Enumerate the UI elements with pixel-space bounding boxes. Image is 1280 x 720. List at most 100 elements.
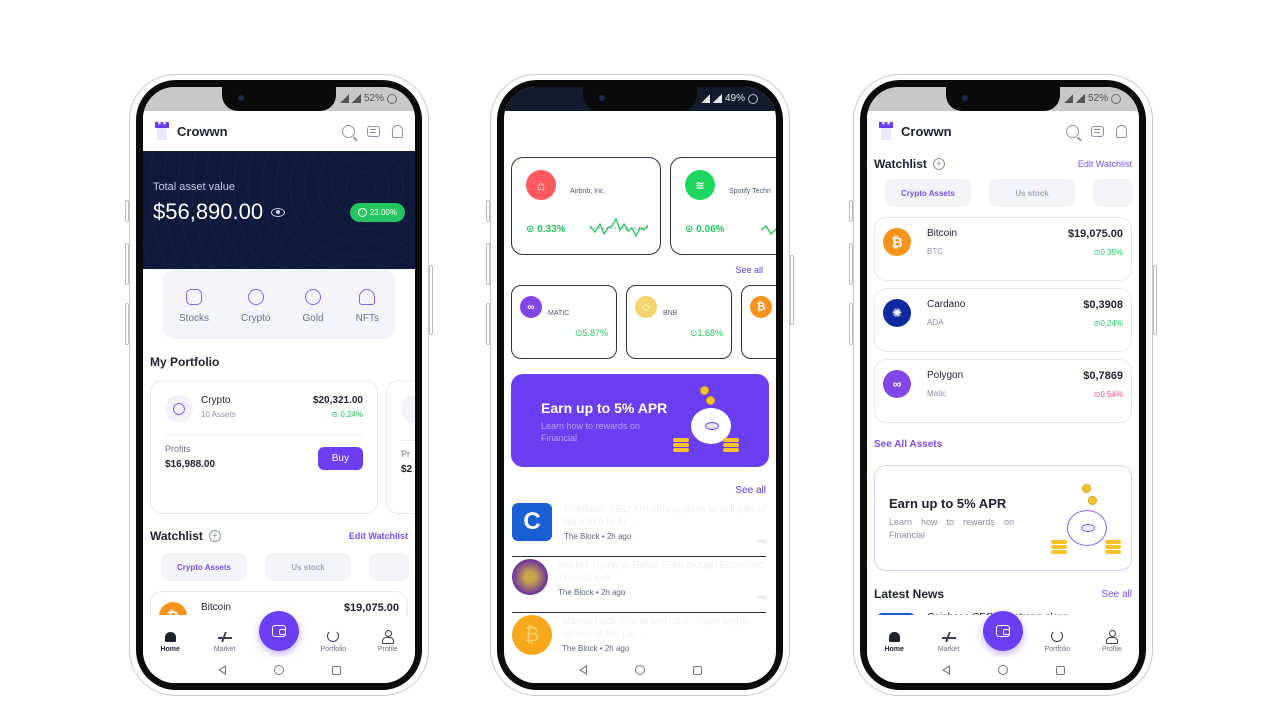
portfolio-card-next[interactable]: Pr $2 (386, 380, 415, 514)
promo-title: Earn up to 5% APR (541, 400, 668, 416)
wallet-fab[interactable] (982, 611, 1023, 651)
crypto-coins-icon (165, 395, 193, 423)
tab-us-stock[interactable]: Us stock (265, 553, 351, 581)
profits-value: $16,988.00 (165, 459, 216, 470)
news-thumbnail-icon (512, 559, 548, 595)
recents-icon[interactable] (1055, 665, 1065, 675)
latest-news-title: Latest News (874, 587, 945, 601)
nav-wallet[interactable] (254, 611, 304, 653)
side-button (790, 255, 794, 325)
home-button-icon[interactable] (997, 665, 1008, 675)
total-asset-hero: Total asset value $56,890.00 ↑ 23.00% (143, 151, 415, 269)
add-watchlist-icon[interactable]: + (932, 158, 945, 170)
nav-home[interactable]: Home (869, 632, 919, 653)
promo-subtitle: Learn how to rewards on Financial (541, 421, 641, 443)
category-nfts[interactable]: NFTs (356, 288, 379, 324)
side-button (125, 303, 129, 345)
tab-crypto-assets[interactable]: Crypto Assets (161, 553, 247, 581)
side-button (1153, 265, 1157, 335)
buy-button[interactable]: Buy (317, 447, 363, 470)
phone-stocks: 49% ← Stocks ⌂ ABNB Airbnb, Inc. $112,72 … (486, 74, 794, 696)
wallet-icon (995, 625, 1010, 637)
battery-icon (748, 93, 758, 104)
watchlist-item-polygon[interactable]: ∞ Polygon Matic $0,7869 ⊙0.54% (874, 359, 1132, 423)
app-name: Crowwn (177, 123, 228, 139)
promo-banner[interactable]: Earn up to 5% APR Learn how to rewards o… (511, 374, 769, 467)
category-crypto[interactable]: Crypto (241, 288, 270, 324)
edit-watchlist-link[interactable]: Edit Watchlist (1078, 159, 1132, 169)
latest-news-see-all[interactable]: See all (735, 485, 766, 496)
latest-news-see-all[interactable]: See all (1101, 589, 1132, 600)
bell-icon[interactable] (392, 124, 403, 138)
tab-crypto-assets[interactable]: Crypto Assets (885, 179, 971, 207)
tab-more[interactable] (1093, 179, 1133, 207)
wallet-icon (271, 625, 286, 637)
watchlist-tabs: Crypto Assets Us stock (885, 179, 1133, 207)
news-item[interactable]: C Coinbase CEO Armstrong plans to sell p… (512, 503, 767, 557)
more-options-icon[interactable]: ••• (756, 534, 767, 548)
top-gainers-see-all[interactable]: See all (735, 265, 763, 275)
stock-card-abnb[interactable]: ⌂ ABNB Airbnb, Inc. $112,72 ⊙ 0.33% (511, 157, 661, 255)
side-button (125, 200, 129, 222)
wallet-fab[interactable] (258, 611, 299, 651)
gainer-card-polygon[interactable]: ∞ Polygon MATIC $0.8016 ⊙5.87% (511, 285, 617, 359)
add-watchlist-icon[interactable]: + (208, 530, 221, 542)
back-icon[interactable] (578, 665, 587, 675)
gainer-card-bnb[interactable]: ◇ Bnb BNB $271.01 ⊙1.68% (626, 285, 732, 359)
stock-card-spotify[interactable]: ≋ Spotify Spotify Techn $82,70 ⊙ 0.06% (670, 157, 776, 255)
side-button (849, 200, 853, 222)
search-icon[interactable] (342, 124, 355, 138)
recents-icon[interactable] (331, 665, 341, 675)
spotify-logo-icon: ≋ (685, 170, 715, 200)
promo-banner[interactable]: Earn up to 5% APR Learn how to rewards o… (874, 465, 1132, 571)
nav-profile[interactable]: Profile (1087, 630, 1137, 653)
back-icon[interactable] (941, 665, 950, 675)
nav-market[interactable]: Market (200, 632, 250, 653)
nav-wallet[interactable] (978, 611, 1028, 653)
recents-icon[interactable] (692, 665, 702, 675)
market-icon (941, 632, 956, 642)
category-gold[interactable]: Gold (303, 288, 324, 324)
coinbase-logo-icon: C (512, 503, 552, 541)
signal-icon (351, 94, 361, 103)
crowwn-logo-icon (155, 122, 169, 140)
stage: 52% Crowwn Total asset value $56,890.00 … (0, 0, 1280, 720)
home-button-icon[interactable] (273, 665, 284, 675)
nav-portfolio[interactable]: Portfolio (1032, 630, 1082, 653)
arrow-up-icon: ↑ (357, 208, 367, 217)
search-icon[interactable] (1066, 124, 1079, 138)
nav-market[interactable]: Market (924, 632, 974, 653)
app-header: Crowwn (867, 111, 1139, 151)
eye-icon[interactable] (271, 207, 286, 217)
back-icon[interactable] (217, 665, 226, 675)
side-button (486, 200, 490, 222)
promo-title: Earn up to 5% APR (889, 496, 1007, 511)
system-nav (867, 657, 1139, 683)
watchlist-header: Watchlist + Edit Watchlist (874, 157, 1132, 171)
portfolio-card-crypto[interactable]: Crypto 10 Assets $20,321.00 ⊙ 0.24% Prof… (150, 380, 378, 514)
tab-us-stock[interactable]: Us stock (989, 179, 1075, 207)
bell-icon[interactable] (1116, 124, 1127, 138)
more-options-icon[interactable]: ••• (756, 590, 767, 604)
nav-home[interactable]: Home (145, 632, 195, 653)
category-stocks[interactable]: Stocks (179, 288, 209, 324)
tab-more[interactable] (369, 553, 409, 581)
see-all-assets-link[interactable]: See All Assets (874, 439, 942, 450)
edit-watchlist-link[interactable]: Edit Watchlist (349, 531, 408, 541)
cardano-icon: ✺ (883, 299, 911, 327)
watchlist-item-cardano[interactable]: ✺ Cardano ADA $0,3908 ⊙0.24% (874, 288, 1132, 352)
gainer-card-bitcoin[interactable]: ₿ $270. (741, 285, 776, 359)
chat-icon[interactable] (1091, 125, 1104, 137)
phone-home: 52% Crowwn Total asset value $56,890.00 … (125, 74, 433, 696)
total-asset-label: Total asset value (153, 181, 235, 193)
polygon-logo-icon: ∞ (520, 296, 542, 318)
chat-icon[interactable] (367, 125, 380, 137)
portfolio-name: Crypto (201, 395, 231, 406)
nav-portfolio[interactable]: Portfolio (308, 630, 358, 653)
home-button-icon[interactable] (634, 665, 645, 675)
signal-icon (1063, 94, 1073, 103)
watchlist-item-bitcoin[interactable]: ₿ BitcoinBTC $19,075.00⊙0.35% (874, 217, 1132, 281)
home-screen: 52% Crowwn Total asset value $56,890.00 … (143, 87, 415, 683)
news-item[interactable]: Market Trying to Relax Even though Econo… (512, 559, 767, 613)
nav-profile[interactable]: Profile (363, 630, 413, 653)
